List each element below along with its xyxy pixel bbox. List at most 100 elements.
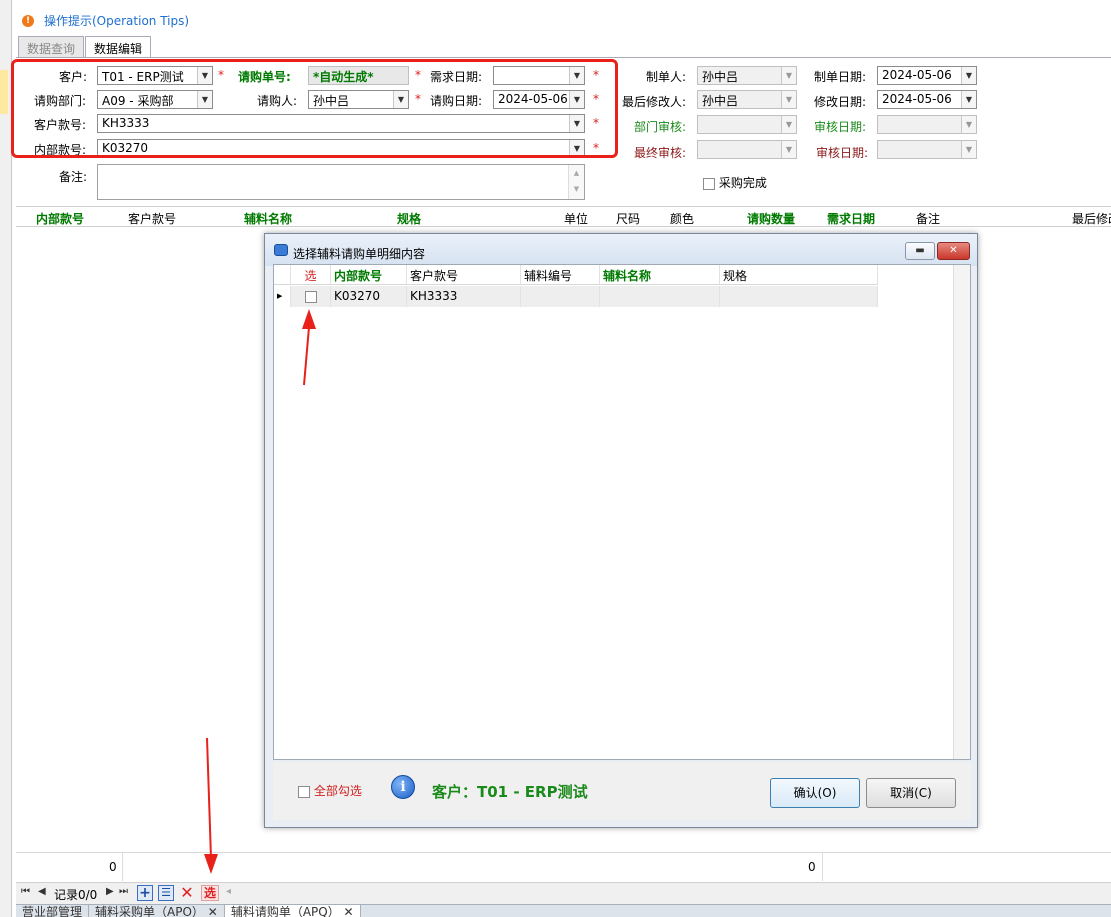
delete-icon[interactable]: ✕ (179, 885, 195, 901)
remark-textarea[interactable]: ▲ ▼ (97, 164, 585, 200)
dialog-title: 选择辅料请购单明细内容 (293, 247, 426, 261)
cancel-button[interactable]: 取消(C) (866, 778, 956, 808)
footer-divider (822, 853, 823, 881)
dept-audit-field: ▼ (697, 115, 797, 134)
purchase-done-label: 采购完成 (718, 176, 767, 190)
col-cust-style[interactable]: 客户款号 (407, 265, 521, 285)
row-select-cell[interactable] (291, 286, 331, 307)
checkbox-icon[interactable] (703, 177, 715, 190)
remark-scrollbar[interactable]: ▲ ▼ (568, 165, 584, 199)
col-color[interactable]: 颜色 (670, 210, 694, 227)
remark-label: 备注: (59, 170, 88, 184)
confirm-button[interactable]: 确认(O) (770, 778, 860, 808)
creator-label: 制单人: (646, 70, 687, 84)
col-inner-style[interactable]: 内部款号 (331, 265, 407, 285)
close-icon[interactable]: ✕ (344, 905, 354, 917)
col-inner-style[interactable]: 内部款号 (36, 210, 84, 227)
col-last-modified[interactable]: 最后修改 (1072, 210, 1111, 227)
dialog-grid-scrollbar[interactable] (953, 265, 970, 759)
create-date-picker[interactable]: 2024-05-06 ▼ (877, 66, 977, 85)
creator-value: 孙中吕 (702, 70, 739, 84)
operation-tips[interactable]: ! 操作提示(Operation Tips) (22, 12, 189, 29)
footer-divider (122, 853, 123, 881)
create-date-label: 制单日期: (814, 70, 867, 84)
final-audit-date-label: 审核日期: (816, 146, 869, 160)
chevron-down-icon: ▼ (781, 116, 796, 133)
select-all-checkbox[interactable]: 全部勾选 (298, 782, 362, 799)
record-navigator: ⏮ ◀ 记录0/0 ▶ ⏭ + ☰ ✕ 选 ◂ (16, 882, 1111, 904)
creator-field: 孙中吕 ▼ (697, 66, 797, 85)
select-button[interactable]: 选 (201, 885, 219, 901)
col-remark[interactable]: 备注 (916, 210, 940, 227)
tab-data-query[interactable]: 数据查询 (18, 36, 85, 58)
chevron-down-icon: ▼ (781, 91, 796, 108)
edit-date-picker[interactable]: 2024-05-06 ▼ (877, 90, 977, 109)
highlight-box (11, 59, 618, 158)
select-detail-dialog: 选择辅料请购单明细内容 ▬ ✕ 选 内部款号 客户款号 辅料编号 辅料名称 规格… (264, 233, 978, 828)
final-audit-date-field: ▼ (877, 140, 977, 159)
scroll-left-icon[interactable]: ◂ (226, 886, 231, 897)
dept-audit-label: 部门审核: (634, 120, 687, 134)
purchase-done-checkbox[interactable]: 采购完成 (703, 174, 767, 191)
prev-record-icon[interactable]: ◀ (38, 886, 46, 897)
grid-summary-footer: 0 0 (16, 852, 1111, 882)
dialog-footer: 全部勾选 i 客户：T01 - ERP测试 确认(O) 取消(C) (273, 762, 971, 820)
annotation-arrow (204, 737, 218, 874)
edit-date-value: 2024-05-06 (882, 92, 952, 106)
cell-inner-style: K03270 (331, 286, 407, 307)
last-editor-label: 最后修改人: (622, 95, 687, 109)
col-size[interactable]: 尺码 (616, 210, 640, 227)
dialog-customer-info: 客户：T01 - ERP测试 (432, 783, 588, 801)
col-material-name[interactable]: 辅料名称 (244, 210, 292, 227)
checkbox-icon[interactable] (304, 290, 317, 303)
dialog-grid[interactable]: 选 内部款号 客户款号 辅料编号 辅料名称 规格 ▶ K03270 KH3333 (273, 264, 971, 760)
doc-tab-apo[interactable]: 辅料采购单（APO） ✕ (89, 905, 225, 917)
close-icon[interactable]: ✕ (937, 242, 970, 260)
col-spec[interactable]: 规格 (397, 210, 421, 227)
col-select[interactable]: 选 (291, 265, 331, 285)
col-material-code[interactable]: 辅料编号 (521, 265, 600, 285)
cell-material-name (600, 286, 720, 307)
total-right: 0 (808, 860, 816, 874)
sidebar-highlight (0, 70, 8, 114)
next-record-icon[interactable]: ▶ (106, 886, 114, 897)
doc-tab-apo-label: 辅料采购单（APO） (95, 905, 204, 917)
chevron-down-icon: ▼ (961, 116, 976, 133)
annotation-arrow (302, 309, 316, 386)
chevron-down-icon[interactable]: ▼ (961, 91, 976, 108)
last-editor-value: 孙中吕 (702, 94, 739, 108)
final-audit-label: 最终审核: (634, 146, 687, 160)
col-unit[interactable]: 单位 (564, 210, 588, 227)
minimize-icon[interactable]: ▬ (905, 242, 935, 260)
add-icon[interactable]: + (137, 885, 153, 901)
col-material-name[interactable]: 辅料名称 (600, 265, 720, 285)
col-request-qty[interactable]: 请购数量 (747, 210, 795, 227)
audit-date-label: 审核日期: (814, 120, 867, 134)
last-editor-field: 孙中吕 ▼ (697, 90, 797, 109)
cell-material-code (521, 286, 600, 307)
final-audit-field: ▼ (697, 140, 797, 159)
insert-icon[interactable]: ☰ (158, 885, 174, 901)
first-record-icon[interactable]: ⏮ (21, 886, 30, 897)
tab-data-edit[interactable]: 数据编辑 (85, 36, 152, 59)
checkbox-icon[interactable] (298, 785, 310, 798)
detail-grid-header: 内部款号 客户款号 辅料名称 规格 单位 尺码 颜色 请购数量 需求日期 备注 … (16, 206, 1111, 227)
doc-tab-sales[interactable]: 营业部管理 (16, 905, 90, 917)
view-tabs: 数据查询 数据编辑 (18, 36, 152, 59)
document-tabs: 营业部管理 辅料采购单（APO） ✕ 辅料请购单（APQ） ✕ (16, 904, 1111, 917)
cell-cust-style: KH3333 (407, 286, 521, 307)
chevron-down-icon: ▼ (781, 67, 796, 84)
operation-tips-label: 操作提示(Operation Tips) (44, 14, 190, 28)
doc-tab-apq[interactable]: 辅料请购单（APQ） ✕ (224, 905, 361, 917)
dialog-title-bar[interactable]: 选择辅料请购单明细内容 ▬ ✕ (265, 234, 977, 266)
chevron-down-icon[interactable]: ▼ (961, 67, 976, 84)
close-icon[interactable]: ✕ (208, 905, 218, 917)
chevron-down-icon: ▼ (781, 141, 796, 158)
select-all-label: 全部勾选 (313, 784, 362, 798)
last-record-icon[interactable]: ⏭ (119, 886, 128, 897)
col-demand-date[interactable]: 需求日期 (827, 210, 875, 227)
col-cust-style[interactable]: 客户款号 (128, 210, 176, 227)
record-counter: 记录0/0 (54, 888, 98, 902)
total-left: 0 (109, 860, 117, 874)
col-spec[interactable]: 规格 (720, 265, 878, 285)
